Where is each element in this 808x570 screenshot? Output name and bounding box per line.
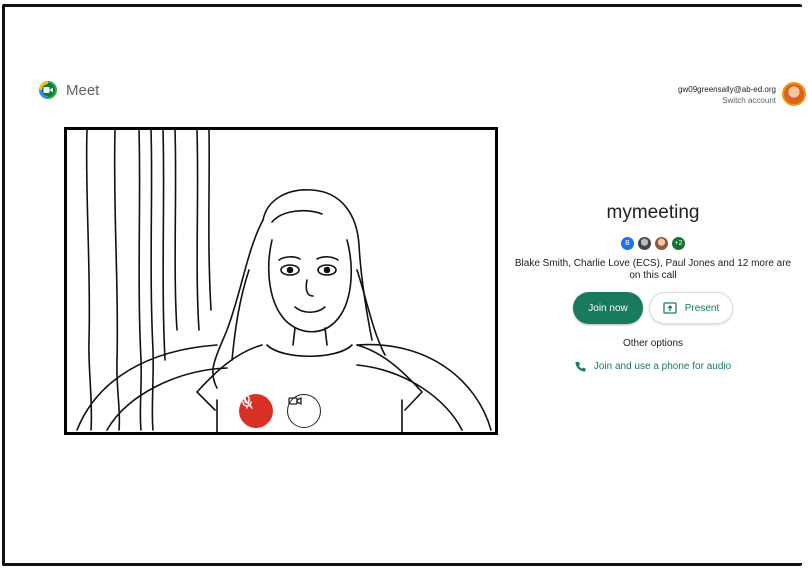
meet-logo[interactable]: Meet bbox=[38, 80, 99, 100]
participant-avatar bbox=[638, 237, 651, 250]
camera-toggle-button[interactable] bbox=[287, 394, 321, 428]
phone-audio-link[interactable]: Join and use a phone for audio bbox=[503, 361, 803, 372]
participants-summary-line: on this call bbox=[629, 270, 677, 281]
present-screen-icon bbox=[663, 302, 677, 314]
video-camera-icon bbox=[288, 396, 302, 406]
mic-off-icon bbox=[241, 395, 253, 409]
mic-toggle-button[interactable] bbox=[239, 394, 273, 428]
join-now-button[interactable]: Join now bbox=[573, 292, 643, 324]
participant-avatar: B bbox=[621, 237, 634, 250]
phone-icon bbox=[575, 362, 586, 372]
meeting-title: mymeeting bbox=[606, 202, 700, 223]
participant-avatars: B +2 bbox=[503, 237, 803, 251]
phone-audio-label: Join and use a phone for audio bbox=[593, 361, 732, 372]
self-view-video-sketch bbox=[76, 130, 492, 432]
product-name: Meet bbox=[66, 81, 100, 99]
join-actions: Join now Present bbox=[503, 292, 803, 324]
participants-summary-line: Blake Smith, Charlie Love (ECS), Paul Jo… bbox=[514, 258, 792, 269]
camera-preview bbox=[64, 127, 498, 435]
switch-account-link[interactable]: Switch account bbox=[678, 95, 776, 106]
other-options-heading: Other options bbox=[622, 338, 684, 349]
present-button[interactable]: Present bbox=[649, 292, 733, 324]
meet-logo-icon bbox=[39, 81, 57, 99]
join-panel: mymeeting B +2 Blake Smith, Charlie Love… bbox=[503, 200, 803, 372]
participant-avatar bbox=[655, 237, 668, 250]
account-email: gw09greensally@ab-ed.org bbox=[678, 85, 776, 94]
participants-summary: Blake Smith, Charlie Love (ECS), Paul Jo… bbox=[503, 258, 803, 282]
more-participants-badge: +2 bbox=[672, 237, 685, 250]
present-label: Present bbox=[684, 302, 720, 314]
account-info[interactable]: gw09greensally@ab-ed.org Switch account bbox=[678, 84, 776, 106]
account-avatar[interactable] bbox=[782, 82, 806, 106]
